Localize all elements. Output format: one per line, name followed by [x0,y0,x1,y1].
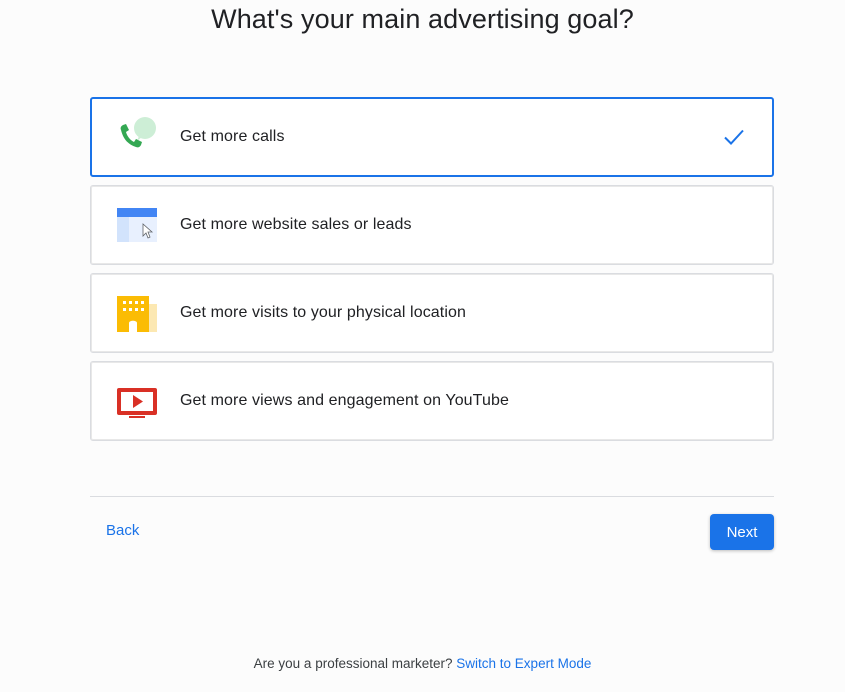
goal-option-label: Get more website sales or leads [180,216,412,233]
expert-mode-link[interactable]: Switch to Expert Mode [456,656,591,671]
goal-selection-page: What's your main advertising goal? Get m… [0,0,845,692]
checkmark-icon [722,125,746,149]
footer: Are you a professional marketer? Switch … [0,656,845,671]
goal-option-label: Get more views and engagement on YouTube [180,392,509,409]
goal-option-label: Get more visits to your physical locatio… [180,304,466,321]
next-button[interactable]: Next [710,514,774,550]
storefront-icon [115,292,159,336]
website-cursor-icon [115,204,159,248]
divider [90,496,774,497]
goal-option-location[interactable]: Get more visits to your physical locatio… [90,273,774,353]
goal-option-website[interactable]: Get more website sales or leads [90,185,774,265]
page-title: What's your main advertising goal? [211,4,634,34]
goal-option-calls[interactable]: Get more calls [90,97,774,177]
back-button[interactable]: Back [106,522,139,539]
footer-prompt: Are you a professional marketer? [253,656,453,671]
phone-call-icon [115,116,159,160]
video-play-icon [115,380,159,424]
goal-options-list: Get more calls Get more website sales or… [90,97,774,449]
goal-option-youtube[interactable]: Get more views and engagement on YouTube [90,361,774,441]
goal-option-label: Get more calls [180,128,285,145]
